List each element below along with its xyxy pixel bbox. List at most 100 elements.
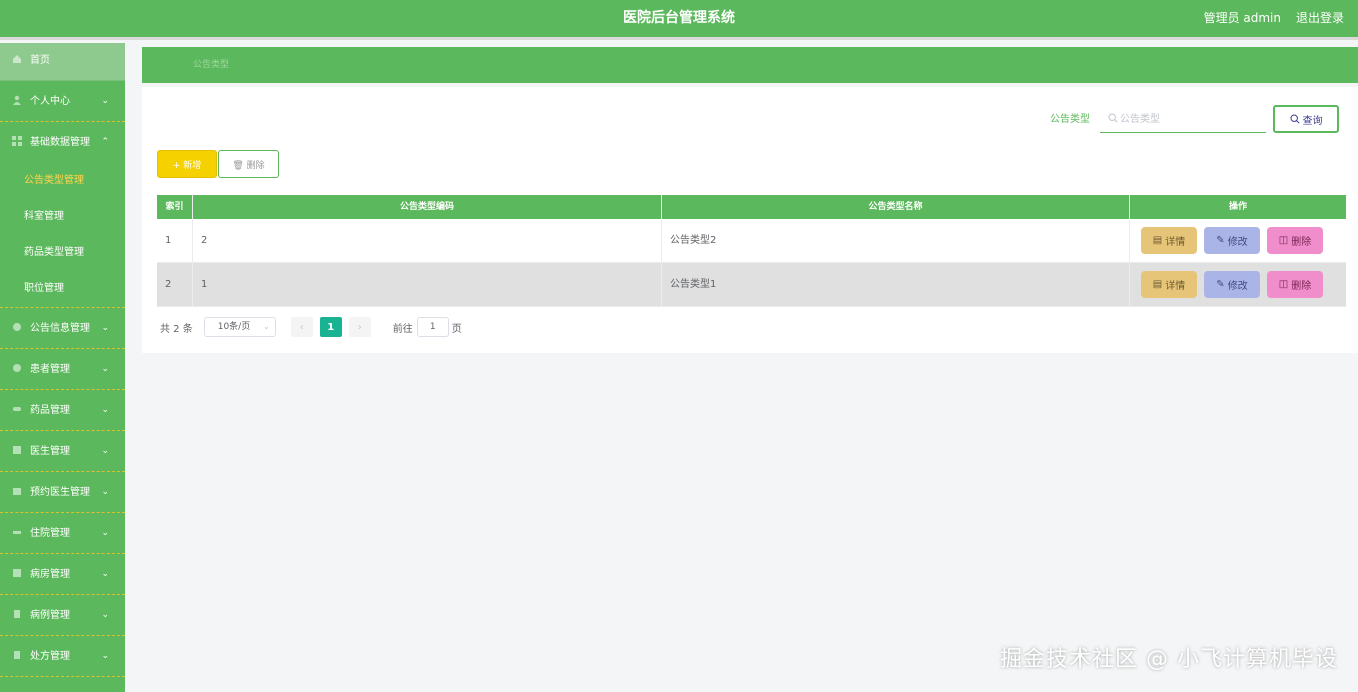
watermark: 掘金技术社区 @ 小飞计算机毕设	[1000, 647, 1338, 672]
cell-code: 1	[193, 263, 662, 306]
home-icon	[13, 55, 21, 63]
user-icon	[13, 95, 21, 105]
page-number-current[interactable]: 1	[319, 317, 342, 337]
page-size-value: 10条/页	[217, 322, 251, 332]
sidebar-item-label: 病例管理	[30, 610, 70, 621]
sidebar-item-ward[interactable]: 病房管理 ⌄	[0, 554, 125, 595]
logout-link[interactable]: 退出登录	[1296, 0, 1344, 37]
pagination-total: 共 2 条	[160, 323, 193, 335]
sidebar-item-hospitalization[interactable]: 住院管理 ⌄	[0, 513, 125, 554]
chevron-up-icon: ⌃	[101, 137, 109, 147]
add-button-label: 新增	[183, 160, 202, 171]
chevron-right-icon: ›	[357, 321, 362, 333]
breadcrumb: 公告类型	[193, 60, 230, 70]
goto-label: 前往	[392, 323, 413, 335]
sidebar-subitem-notice-type[interactable]: 公告类型管理	[0, 163, 125, 199]
delete-button[interactable]: ◫ 删除	[1267, 271, 1323, 298]
doctor-icon	[13, 446, 21, 454]
search-button[interactable]: 查询	[1273, 105, 1339, 133]
batch-delete-button[interactable]: 🗑 删除	[218, 150, 279, 178]
trash-icon: 🗑	[232, 160, 247, 171]
sidebar-item-patient[interactable]: 患者管理 ⌄	[0, 349, 125, 390]
sidebar-item-personal-center[interactable]: 个人中心 ⌄	[0, 81, 125, 122]
chevron-down-icon: ⌄	[101, 96, 109, 106]
detail-button[interactable]: ▤ 详情	[1141, 227, 1197, 254]
table-row: 1 2 公告类型2 ▤ 详情 ✎ 修改 ◫ 删除	[157, 219, 1346, 263]
detail-label: 详情	[1165, 237, 1186, 248]
sidebar-item-home[interactable]: 首页	[0, 43, 125, 81]
grid-icon	[12, 136, 22, 146]
delete-label: 删除	[1291, 281, 1312, 292]
sidebar-item-label: 个人中心	[30, 96, 70, 107]
prev-page-button[interactable]: ‹	[290, 317, 313, 337]
chevron-down-icon: ⌄	[101, 487, 109, 497]
cell-index: 2	[157, 263, 193, 306]
cell-code: 2	[193, 219, 662, 262]
sidebar-item-label: 住院管理	[30, 528, 70, 539]
app-title: 医院后台管理系统	[623, 10, 735, 26]
search-input[interactable]	[1100, 107, 1266, 133]
drug-icon	[13, 407, 21, 411]
cell-index: 1	[157, 219, 193, 262]
detail-label: 详情	[1165, 281, 1186, 292]
table-header: 索引 公告类型编码 公告类型名称 操作	[157, 195, 1346, 219]
chevron-down-icon: ⌄	[101, 528, 109, 538]
file-icon	[14, 610, 20, 618]
edit-label: 修改	[1227, 281, 1248, 292]
page-size-select[interactable]: 10条/页 ⌄	[203, 317, 276, 337]
cell-actions: ▤ 详情 ✎ 修改 ◫ 删除	[1130, 263, 1346, 306]
sidebar-item-notice-info[interactable]: 公告信息管理 ⌄	[0, 308, 125, 349]
chevron-down-icon: ⌄	[263, 322, 270, 331]
chevron-down-icon: ⌄	[101, 446, 109, 456]
sidebar-item-drug[interactable]: 药品管理 ⌄	[0, 390, 125, 431]
bell-icon	[13, 323, 21, 331]
sidebar-subitem-department[interactable]: 科室管理	[0, 199, 125, 235]
edit-button[interactable]: ✎ 修改	[1204, 227, 1260, 254]
goto-page-input[interactable]: 1	[416, 317, 449, 337]
pencil-icon: ✎	[1216, 279, 1225, 290]
sidebar-item-label: 药品管理	[30, 405, 70, 416]
header-name: 公告类型名称	[662, 195, 1130, 219]
sidebar-item-prescription[interactable]: 处方管理 ⌄	[0, 636, 125, 677]
cell-name: 公告类型2	[662, 219, 1130, 262]
sidebar-item-label: 处方管理	[30, 651, 70, 662]
prescription-icon	[14, 651, 20, 659]
chevron-left-icon: ‹	[299, 321, 304, 333]
chevron-down-icon: ⌄	[101, 651, 109, 661]
bed-icon	[13, 531, 21, 534]
patient-icon	[13, 364, 21, 372]
sidebar-subitem-position[interactable]: 职位管理	[0, 271, 125, 308]
ward-icon	[13, 569, 21, 577]
edit-label: 修改	[1227, 237, 1248, 248]
delete-button[interactable]: ◫ 删除	[1267, 227, 1323, 254]
search-icon	[1108, 113, 1118, 123]
sidebar-item-label: 患者管理	[30, 364, 70, 375]
chevron-down-icon: ⌄	[101, 569, 109, 579]
sidebar-item-case[interactable]: 病例管理 ⌄	[0, 595, 125, 636]
cell-name: 公告类型1	[662, 263, 1130, 306]
edit-button[interactable]: ✎ 修改	[1204, 271, 1260, 298]
header-index: 索引	[157, 195, 193, 219]
sidebar-item-label: 基础数据管理	[30, 137, 90, 148]
breadcrumb-bar: 公告类型	[142, 47, 1358, 83]
sidebar-item-doctor[interactable]: 医生管理 ⌄	[0, 431, 125, 472]
add-button[interactable]: + 新增	[157, 150, 217, 178]
page-unit-label: 页	[451, 323, 462, 335]
trash-icon: ◫	[1278, 279, 1289, 290]
next-page-button[interactable]: ›	[348, 317, 371, 337]
sidebar: 首页 个人中心 ⌄ 基础数据管理 ⌃ 公告类型管理 科室管理 药品类型管理 职位…	[0, 43, 125, 692]
detail-button[interactable]: ▤ 详情	[1141, 271, 1197, 298]
delete-label: 删除	[1291, 237, 1312, 248]
data-table: 索引 公告类型编码 公告类型名称 操作 1 2 公告类型2 ▤ 详情 ✎ 修改 ◫ 删…	[157, 195, 1346, 307]
header-code: 公告类型编码	[193, 195, 662, 219]
admin-user-label: 管理员 admin	[1203, 11, 1281, 25]
main-panel: 公告类型 查询 + 新增 🗑 删除 索引 公告类型编码 公告类型名称 操作 1 …	[142, 87, 1358, 353]
chevron-down-icon: ⌄	[101, 323, 109, 333]
sidebar-item-basic-data[interactable]: 基础数据管理 ⌃	[0, 122, 125, 163]
chevron-down-icon: ⌄	[101, 364, 109, 374]
table-row: 2 1 公告类型1 ▤ 详情 ✎ 修改 ◫ 删除	[157, 263, 1346, 307]
delete-button-label: 删除	[246, 160, 265, 171]
sidebar-subitem-drug-type[interactable]: 药品类型管理	[0, 235, 125, 271]
sidebar-item-label: 病房管理	[30, 569, 70, 580]
sidebar-item-appointment[interactable]: 预约医生管理 ⌄	[0, 472, 125, 513]
